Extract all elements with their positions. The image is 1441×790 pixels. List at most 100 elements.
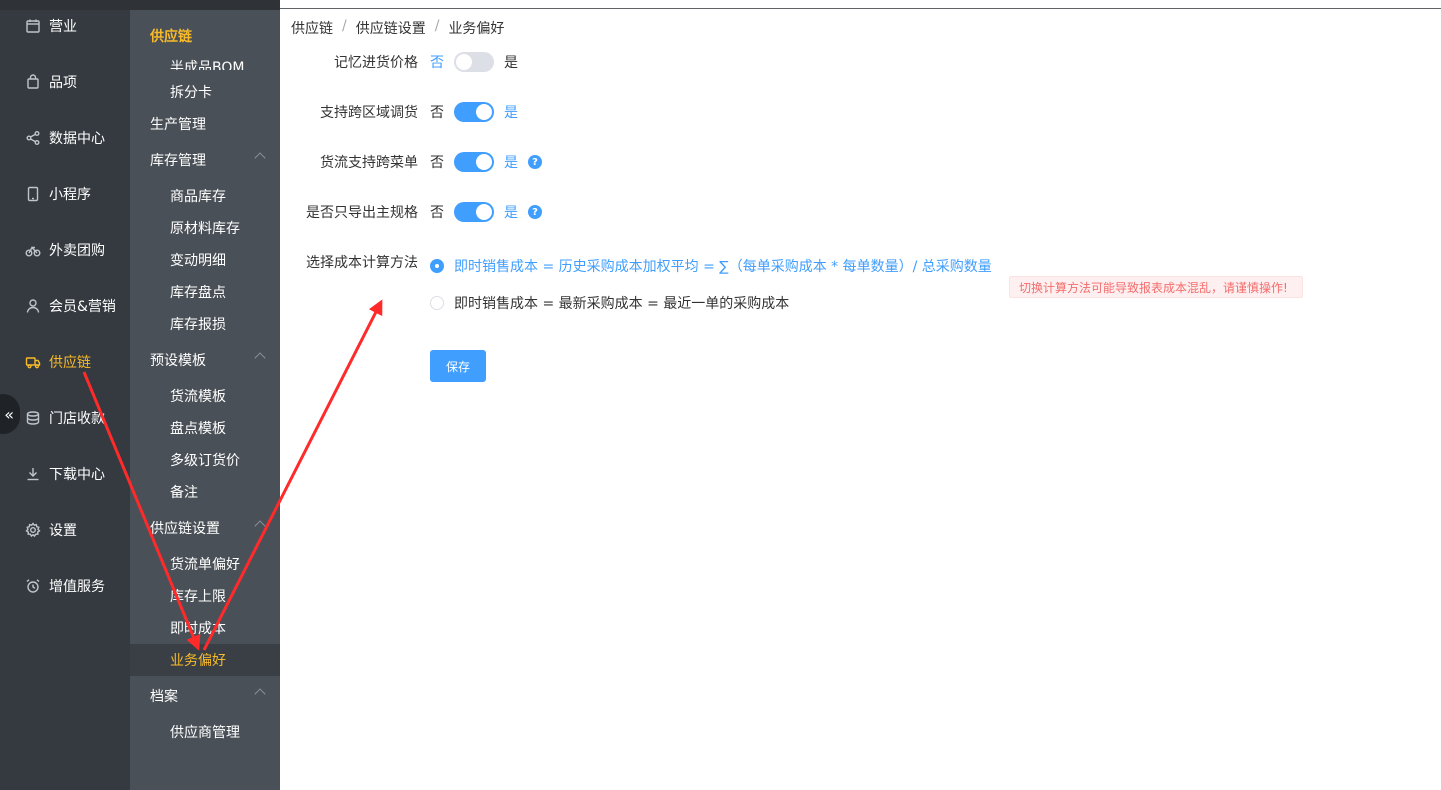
- cost-method-option-weighted: 即时销售成本 = 历史采购成本加权平均 = ∑（每单采购成本 * 每单数量）/ …: [454, 259, 992, 275]
- secondary-nav-item-label: 库存上限: [170, 589, 226, 605]
- secondary-nav-item-6[interactable]: 变动明细: [130, 244, 280, 276]
- nav-item-label: 下载中心: [49, 467, 105, 483]
- secondary-nav-group-3[interactable]: 库存管理: [130, 144, 280, 176]
- cross-menu-row: 否 是 ?: [430, 152, 542, 172]
- secondary-nav-item-4[interactable]: 商品库存: [130, 180, 280, 212]
- nav-item-3[interactable]: 数据中心: [0, 118, 130, 158]
- cross-menu-label: 货流支持跨菜单: [320, 155, 418, 171]
- nav-item-5[interactable]: 外卖团购: [0, 230, 130, 270]
- nav-item-label: 数据中心: [49, 131, 105, 147]
- cross-region-switch[interactable]: [454, 102, 494, 122]
- breadcrumb-item-supply-chain[interactable]: 供应链: [291, 18, 333, 38]
- secondary-nav-item-20[interactable]: 供应商管理: [130, 716, 280, 748]
- nav-item-label: 小程序: [49, 187, 91, 203]
- chevron-up-icon: [254, 688, 266, 700]
- export-main-spec-row: 否 是 ?: [430, 202, 542, 222]
- truck-icon: [24, 353, 42, 371]
- secondary-nav-group-label: 档案: [150, 689, 178, 705]
- secondary-nav-item-18[interactable]: 业务偏好: [130, 644, 280, 676]
- cost-method-radio-latest[interactable]: 即时销售成本 = 最新采购成本 = 最近一单的采购成本: [430, 293, 789, 313]
- secondary-nav-item-8[interactable]: 库存报损: [130, 308, 280, 340]
- nav-item-1[interactable]: 营业: [0, 6, 130, 46]
- secondary-nav-item-12[interactable]: 多级订货价: [130, 444, 280, 476]
- breadcrumb-item-current: 业务偏好: [448, 21, 505, 37]
- nav-item-4[interactable]: 小程序: [0, 174, 130, 214]
- nav-item-label: 增值服务: [49, 579, 105, 595]
- secondary-nav-group-label: 预设模板: [150, 353, 206, 369]
- gear-icon: [24, 521, 42, 539]
- cross-region-off-text[interactable]: 否: [430, 102, 444, 122]
- secondary-nav-group-9[interactable]: 预设模板: [130, 344, 280, 376]
- calendar-icon: [24, 17, 42, 35]
- secondary-nav-item-7[interactable]: 库存盘点: [130, 276, 280, 308]
- remember-price-on-text[interactable]: 是: [504, 52, 518, 72]
- download-icon: [24, 465, 42, 483]
- secondary-nav-item-11[interactable]: 盘点模板: [130, 412, 280, 444]
- breadcrumb-item-settings[interactable]: 供应链设置: [356, 18, 426, 38]
- secondary-nav-item-label: 变动明细: [170, 253, 226, 269]
- shopping-bag-icon: [24, 73, 42, 91]
- nav-item-label: 设置: [49, 523, 77, 539]
- nav-item-label: 供应链: [49, 355, 91, 371]
- double-chevron-left-icon: «: [4, 404, 14, 424]
- remember-price-off-text[interactable]: 否: [430, 52, 444, 72]
- primary-sidebar: 营业 品项 数据中心 小程序 外卖团购 会员&营销 供应链 门店收款 下载中心 设置 增值服务: [0, 10, 130, 790]
- secondary-nav-group-label: 供应链设置: [150, 521, 220, 537]
- cross-region-row: 否 是: [430, 102, 518, 122]
- secondary-nav-group-2[interactable]: 生产管理: [130, 108, 280, 140]
- secondary-nav-group-14[interactable]: 供应链设置: [130, 512, 280, 544]
- user-icon: [24, 297, 42, 315]
- alarm-clock-icon: [24, 577, 42, 595]
- radio-checked-icon: [430, 259, 444, 273]
- bicycle-icon: [24, 241, 42, 259]
- secondary-nav-item-label: 库存报损: [170, 317, 226, 333]
- secondary-nav-item-13[interactable]: 备注: [130, 476, 280, 508]
- cross-menu-off-text[interactable]: 否: [430, 152, 444, 172]
- nav-item-6[interactable]: 会员&营销: [0, 286, 130, 326]
- breadcrumb: 供应链 / 供应链设置 / 业务偏好: [291, 18, 505, 38]
- secondary-nav-item-10[interactable]: 货流模板: [130, 380, 280, 412]
- secondary-nav-group-19[interactable]: 档案: [130, 680, 280, 712]
- secondary-nav-item-clipped[interactable]: 半成品BOM: [130, 54, 280, 70]
- secondary-nav-group-label: 库存管理: [150, 153, 206, 169]
- export-main-spec-on-text[interactable]: 是: [504, 202, 518, 222]
- cross-menu-help-icon[interactable]: ?: [528, 155, 542, 169]
- secondary-sidebar-title: 供应链: [150, 29, 192, 45]
- secondary-nav-item-label: 供应商管理: [170, 725, 240, 741]
- secondary-nav-item-label: 业务偏好: [170, 653, 226, 669]
- secondary-nav-item-16[interactable]: 库存上限: [130, 580, 280, 612]
- save-button[interactable]: 保存: [430, 350, 486, 382]
- secondary-nav-item-label: 商品库存: [170, 189, 226, 205]
- secondary-nav-item-17[interactable]: 即时成本: [130, 612, 280, 644]
- cross-menu-on-text[interactable]: 是: [504, 152, 518, 172]
- export-main-spec-switch[interactable]: [454, 202, 494, 222]
- export-main-spec-off-text[interactable]: 否: [430, 202, 444, 222]
- secondary-nav-item-label: 即时成本: [170, 621, 226, 637]
- cost-method-option-latest: 即时销售成本 = 最新采购成本 = 最近一单的采购成本: [454, 296, 790, 312]
- secondary-nav-item-label: 备注: [170, 485, 198, 501]
- nav-item-7[interactable]: 供应链: [0, 342, 130, 382]
- remember-price-label: 记忆进货价格: [334, 55, 418, 71]
- radio-unchecked-icon: [430, 296, 444, 310]
- secondary-nav-item-15[interactable]: 货流单偏好: [130, 548, 280, 580]
- secondary-nav-item-label: 货流模板: [170, 389, 226, 405]
- nav-item-2[interactable]: 品项: [0, 62, 130, 102]
- secondary-nav-item-1[interactable]: 拆分卡: [130, 76, 280, 108]
- nav-item-10[interactable]: 设置: [0, 510, 130, 550]
- secondary-nav-item-label: 库存盘点: [170, 285, 226, 301]
- coins-icon: [24, 409, 42, 427]
- cross-region-label: 支持跨区域调货: [320, 105, 418, 121]
- nav-item-label: 营业: [49, 19, 77, 35]
- cross-menu-switch[interactable]: [454, 152, 494, 172]
- secondary-nav-item-5[interactable]: 原材料库存: [130, 212, 280, 244]
- nav-item-label: 会员&营销: [49, 299, 116, 315]
- secondary-nav-item-label: 货流单偏好: [170, 557, 240, 573]
- nav-item-11[interactable]: 增值服务: [0, 566, 130, 606]
- nav-item-9[interactable]: 下载中心: [0, 454, 130, 494]
- share-icon: [24, 129, 42, 147]
- remember-price-switch[interactable]: [454, 52, 494, 72]
- cost-method-radio-weighted[interactable]: 即时销售成本 = 历史采购成本加权平均 = ∑（每单采购成本 * 每单数量）/ …: [430, 256, 992, 276]
- export-main-spec-help-icon[interactable]: ?: [528, 205, 542, 219]
- chevron-up-icon: [254, 520, 266, 532]
- cross-region-on-text[interactable]: 是: [504, 102, 518, 122]
